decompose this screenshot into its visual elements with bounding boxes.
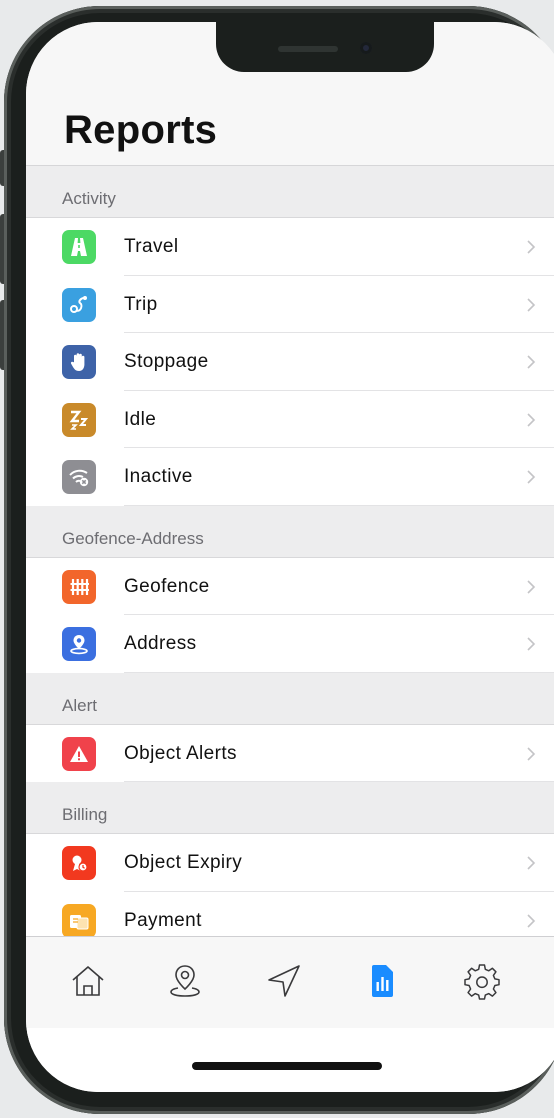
chevron-right-icon [527, 240, 536, 254]
list-item-address[interactable]: Address [26, 615, 554, 673]
list-item-label: Idle [124, 408, 157, 430]
page-title: Reports [64, 108, 218, 152]
list-item-label: Payment [124, 909, 202, 931]
home-indicator[interactable] [192, 1062, 382, 1070]
navigation-arrow-icon [268, 965, 300, 997]
home-icon [72, 966, 104, 996]
screen: Reports Activity Travel Trip Stoppage Id… [26, 22, 554, 1092]
chevron-right-icon [527, 637, 536, 651]
list-item-label: Travel [124, 236, 179, 257]
tab-bar [26, 936, 554, 1028]
section-header-activity: Activity [26, 166, 554, 218]
notch [216, 22, 434, 72]
section-header-alert: Alert [26, 672, 554, 725]
tab-navigate[interactable] [262, 959, 306, 1003]
list-item-idle[interactable]: Idle [26, 390, 554, 448]
list-item-label: Object Alerts [124, 742, 237, 764]
chevron-right-icon [527, 746, 536, 761]
chevron-right-icon [527, 355, 536, 369]
chevron-right-icon [527, 856, 536, 870]
list-item-stoppage[interactable]: Stoppage [26, 333, 554, 391]
list-item-object-expiry[interactable]: Object Expiry [26, 834, 554, 892]
home-indicator-area [26, 1028, 554, 1092]
section-header-billing: Billing [26, 782, 554, 834]
map-pin-icon [170, 965, 200, 997]
chevron-right-icon [527, 297, 536, 312]
list-item-label: Inactive [124, 466, 193, 487]
list-item-payment[interactable]: Payment [26, 891, 554, 936]
fence-icon [62, 569, 96, 604]
list-item-label: Stoppage [124, 351, 209, 372]
list-item-trip[interactable]: Trip [26, 275, 554, 333]
list-item-label: Trip [124, 293, 158, 315]
chevron-right-icon [527, 470, 536, 484]
list-item-object-alerts[interactable]: Object Alerts [26, 724, 554, 782]
section-header-geofence-address: Geofence-Address [26, 505, 554, 558]
list-item-geofence[interactable]: Geofence [26, 557, 554, 615]
chevron-right-icon [527, 579, 536, 594]
tab-settings[interactable] [460, 959, 504, 1003]
payment-icon [62, 903, 96, 936]
expiry-icon [62, 846, 96, 880]
location-pin-icon [62, 627, 96, 661]
gear-icon [464, 964, 500, 1000]
list-item-label: Geofence [124, 575, 210, 597]
list-item-travel[interactable]: Travel [26, 218, 554, 276]
reports-list[interactable]: Activity Travel Trip Stoppage Idle Inact… [26, 166, 554, 936]
tab-reports[interactable] [360, 959, 404, 1003]
list-item-inactive[interactable]: Inactive [26, 448, 554, 506]
sleep-icon [62, 402, 96, 437]
reports-icon [372, 965, 393, 997]
chevron-right-icon [527, 412, 536, 427]
list-item-label: Address [124, 633, 197, 654]
road-icon [62, 230, 96, 264]
chevron-right-icon [527, 913, 536, 928]
hand-icon [62, 345, 96, 379]
front-camera [360, 42, 372, 54]
list-item-label: Object Expiry [124, 852, 243, 873]
tab-home[interactable] [66, 959, 110, 1003]
route-icon [62, 287, 96, 322]
warning-icon [62, 736, 96, 771]
wifi-off-icon [62, 460, 96, 494]
tab-location[interactable] [163, 959, 207, 1003]
speaker [278, 46, 338, 52]
